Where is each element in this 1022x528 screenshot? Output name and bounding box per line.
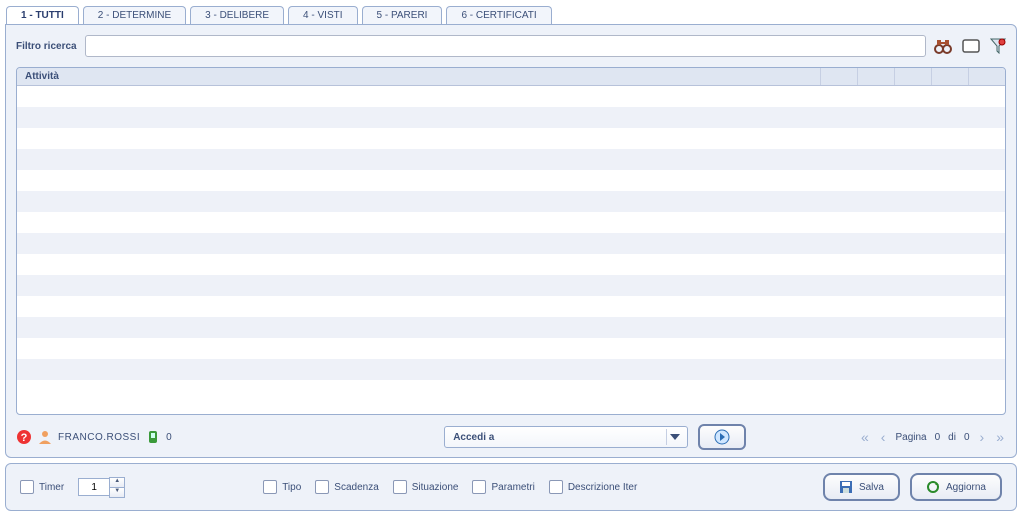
clear-icon[interactable]	[962, 39, 980, 53]
spinner-down-icon[interactable]: ▼	[109, 487, 125, 498]
spinner-up-icon[interactable]: ▲	[109, 477, 125, 487]
grid-header: Attività	[17, 68, 1005, 86]
table-row[interactable]	[17, 149, 1005, 170]
cb-descr-iter-label: Descrizione Iter	[568, 482, 637, 493]
pager-prev[interactable]: ‹	[879, 429, 888, 445]
pager: « ‹ Pagina 0 di 0 › »	[859, 429, 1006, 445]
tab-bar: 1 - TUTTI 2 - DETERMINE 3 - DELIBERE 4 -…	[0, 0, 1022, 24]
pager-current: 0	[935, 432, 941, 443]
cb-scadenza-label: Scadenza	[334, 482, 378, 493]
main-panel: Filtro ricerca	[5, 24, 1017, 458]
timer-value[interactable]	[78, 478, 109, 496]
table-row[interactable]	[17, 275, 1005, 296]
refresh-icon	[926, 480, 940, 494]
table-row[interactable]	[17, 86, 1005, 107]
timer-checkbox[interactable]: Timer	[20, 480, 64, 494]
save-floppy-icon	[839, 480, 853, 494]
go-arrow-icon	[714, 429, 730, 445]
pager-first[interactable]: «	[859, 429, 871, 445]
pager-prefix: Pagina	[895, 432, 926, 443]
phone-icon[interactable]	[146, 430, 160, 444]
table-row[interactable]	[17, 128, 1005, 149]
pager-last[interactable]: »	[994, 429, 1006, 445]
status-bar: ? FRANCO.ROSSI 0 Accedi a	[16, 423, 1006, 451]
checkbox-icon	[20, 480, 34, 494]
table-row[interactable]	[17, 254, 1005, 275]
col-header-4[interactable]	[932, 68, 969, 85]
timer-spinner[interactable]: ▲ ▼	[78, 477, 125, 498]
filter-input[interactable]	[85, 35, 926, 57]
filter-label: Filtro ricerca	[16, 41, 77, 52]
user-name: FRANCO.ROSSI	[58, 432, 140, 443]
filter-funnel-icon[interactable]	[990, 38, 1006, 54]
cb-situazione[interactable]: Situazione	[393, 480, 459, 494]
tab-pareri[interactable]: 5 - PARERI	[362, 6, 443, 24]
search-binoculars-icon[interactable]	[934, 38, 952, 54]
tab-visti[interactable]: 4 - VISTI	[288, 6, 357, 24]
save-button-label: Salva	[859, 482, 884, 493]
help-icon[interactable]: ?	[16, 429, 32, 445]
table-row[interactable]	[17, 317, 1005, 338]
table-row[interactable]	[17, 107, 1005, 128]
cb-scadenza[interactable]: Scadenza	[315, 480, 378, 494]
cb-parametri[interactable]: Parametri	[472, 480, 534, 494]
table-row[interactable]	[17, 212, 1005, 233]
timer-label: Timer	[39, 482, 64, 493]
pager-next[interactable]: ›	[978, 429, 987, 445]
checkbox-icon	[393, 480, 407, 494]
save-button[interactable]: Salva	[823, 473, 900, 501]
cb-parametri-label: Parametri	[491, 482, 534, 493]
accedi-a-dropdown[interactable]: Accedi a	[444, 426, 688, 448]
table-row[interactable]	[17, 170, 1005, 191]
cb-situazione-label: Situazione	[412, 482, 459, 493]
filter-row: Filtro ricerca	[16, 35, 1006, 57]
table-row[interactable]	[17, 233, 1005, 254]
cb-descr-iter[interactable]: Descrizione Iter	[549, 480, 637, 494]
col-header-attivita[interactable]: Attività	[17, 68, 821, 85]
pager-sep: di	[948, 432, 956, 443]
tab-determine[interactable]: 2 - DETERMINE	[83, 6, 186, 24]
grid-body[interactable]	[17, 86, 1005, 414]
status-counter: 0	[166, 432, 172, 443]
accedi-a-label: Accedi a	[453, 432, 494, 443]
checkbox-icon	[263, 480, 277, 494]
col-header-5[interactable]	[969, 68, 1005, 85]
svg-text:?: ?	[21, 432, 28, 444]
cb-tipo[interactable]: Tipo	[263, 480, 301, 494]
pager-total: 0	[964, 432, 970, 443]
checkbox-icon	[472, 480, 486, 494]
tab-delibere[interactable]: 3 - DELIBERE	[190, 6, 284, 24]
table-row[interactable]	[17, 191, 1005, 212]
cb-tipo-label: Tipo	[282, 482, 301, 493]
col-header-1[interactable]	[821, 68, 858, 85]
checkbox-icon	[549, 480, 563, 494]
table-row[interactable]	[17, 380, 1005, 401]
table-row[interactable]	[17, 338, 1005, 359]
refresh-button[interactable]: Aggiorna	[910, 473, 1002, 501]
bottom-toolbar: Timer ▲ ▼ Tipo Scadenza Situazione Param…	[5, 463, 1017, 511]
table-row[interactable]	[17, 359, 1005, 380]
table-row[interactable]	[17, 296, 1005, 317]
user-icon[interactable]	[38, 430, 52, 444]
tab-tutti[interactable]: 1 - TUTTI	[6, 6, 79, 24]
go-button[interactable]	[698, 424, 746, 450]
chevron-down-icon	[666, 429, 683, 445]
checkbox-icon	[315, 480, 329, 494]
col-header-3[interactable]	[895, 68, 932, 85]
col-header-2[interactable]	[858, 68, 895, 85]
activity-grid: Attività	[16, 67, 1006, 415]
tab-certificati[interactable]: 6 - CERTIFICATI	[446, 6, 551, 24]
refresh-button-label: Aggiorna	[946, 482, 986, 493]
